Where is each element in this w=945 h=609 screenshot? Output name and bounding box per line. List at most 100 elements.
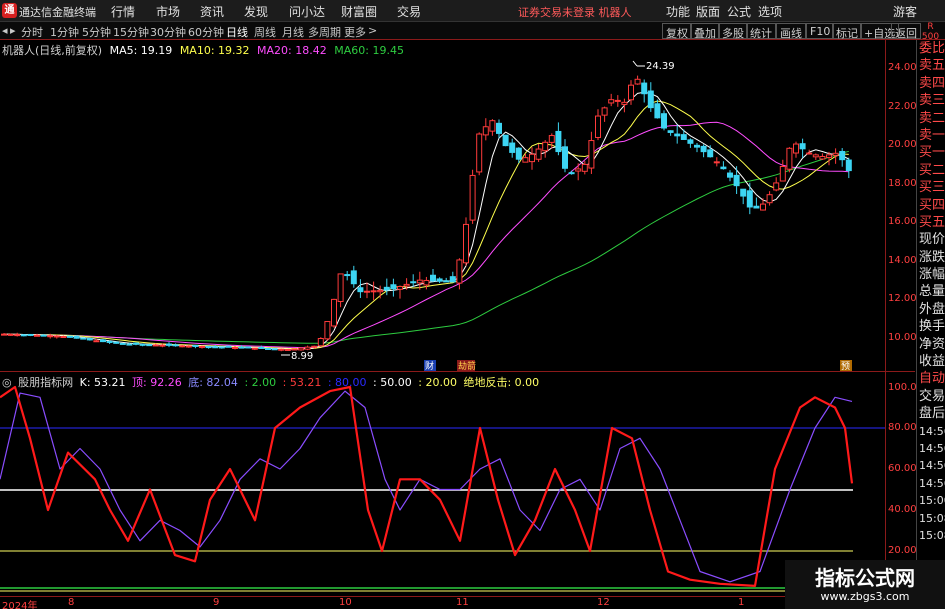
candle[interactable] [522,157,529,163]
candle[interactable] [515,147,522,160]
panel-item[interactable]: 卖三 [917,92,945,109]
candle[interactable] [496,122,502,134]
candle[interactable] [482,126,489,136]
candle[interactable] [40,334,47,337]
candle[interactable] [667,130,674,133]
candle[interactable] [357,287,364,293]
candle[interactable] [258,346,265,349]
candle[interactable] [350,270,357,285]
candle[interactable] [53,335,60,338]
candle[interactable] [700,145,707,153]
candle[interactable] [370,290,377,293]
candle[interactable] [548,135,555,143]
candle[interactable] [469,174,476,221]
candle[interactable] [192,344,199,347]
candle[interactable] [839,150,846,161]
candle[interactable] [410,281,417,284]
panel-item[interactable]: 总量 [917,283,945,300]
candle[interactable] [199,345,205,348]
candle[interactable] [674,133,681,137]
panel-item[interactable]: 盘后 [917,405,945,422]
panel-item[interactable]: 买一 [917,144,945,161]
candle[interactable] [793,143,799,154]
candle[interactable] [812,154,819,158]
candle[interactable] [740,188,747,197]
candle[interactable] [568,172,575,175]
candle[interactable] [166,343,172,346]
candle[interactable] [819,155,826,160]
candle[interactable] [608,99,615,104]
candle[interactable] [324,321,331,340]
candle[interactable] [529,153,535,163]
candle[interactable] [113,341,120,344]
candle[interactable] [212,346,219,349]
candle[interactable] [786,147,793,170]
candle[interactable] [238,346,245,349]
candle[interactable] [344,274,351,277]
candle[interactable] [317,338,324,347]
panel-item[interactable]: 自动 [917,370,945,387]
candle[interactable] [595,115,601,138]
candle[interactable] [654,103,661,119]
candle[interactable] [753,205,760,209]
candle[interactable] [146,344,153,347]
candle[interactable] [733,174,740,187]
candle[interactable] [139,343,146,346]
candle[interactable] [331,298,337,327]
candle[interactable] [298,347,304,351]
candle[interactable] [364,290,370,293]
candle[interactable] [159,344,166,347]
candle[interactable] [641,82,648,95]
candle[interactable] [7,333,14,336]
candle[interactable] [628,84,634,101]
candle[interactable] [449,276,456,283]
candle[interactable] [278,348,285,351]
panel-item[interactable]: 交易 [917,388,945,405]
candle[interactable] [152,344,159,347]
candle[interactable] [806,152,813,155]
candle[interactable] [93,340,100,343]
candle[interactable] [502,134,509,147]
candle[interactable] [390,284,397,290]
candle[interactable] [232,346,238,349]
panel-item[interactable]: 外盘 [917,301,945,318]
panel-item[interactable]: 收益 [917,353,945,370]
candle[interactable] [416,279,423,284]
panel-item[interactable]: 买三 [917,179,945,196]
panel-item[interactable]: 卖五 [917,57,945,74]
candle[interactable] [403,283,410,287]
candle[interactable] [509,142,516,153]
candle[interactable] [601,107,608,116]
candle[interactable] [845,159,852,172]
candle[interactable] [14,334,21,337]
candle[interactable] [1,333,7,336]
candle[interactable] [694,144,700,148]
candle[interactable] [304,346,311,350]
candle[interactable] [575,168,582,172]
candle[interactable] [542,141,549,152]
candle[interactable] [251,347,258,350]
candle[interactable] [80,337,87,340]
candle[interactable] [766,194,773,204]
candle[interactable] [60,336,67,339]
candle[interactable] [647,90,654,109]
candle[interactable] [337,273,344,302]
collapse-icon[interactable]: ◎ [2,376,12,389]
candle[interactable] [707,149,714,158]
candle[interactable] [271,348,278,351]
candle[interactable] [67,335,73,338]
candle[interactable] [185,345,192,348]
candle[interactable] [443,280,450,283]
candle[interactable] [119,342,126,345]
candle[interactable] [245,346,252,349]
candle[interactable] [581,163,588,172]
candle[interactable] [720,166,727,170]
candle[interactable] [799,143,806,150]
candle[interactable] [225,345,232,348]
candle[interactable] [661,113,667,129]
panel-item[interactable]: 卖一 [917,127,945,144]
candle[interactable] [27,333,34,336]
candle[interactable] [760,203,766,211]
candle[interactable] [383,286,390,291]
candle[interactable] [172,344,179,347]
